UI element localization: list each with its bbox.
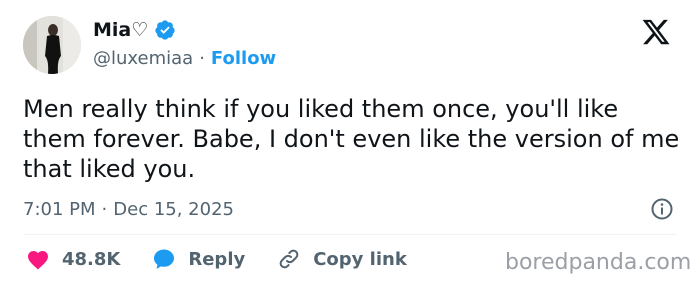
- like-button[interactable]: 48.8K: [26, 248, 120, 270]
- author-handle[interactable]: @luxemiaa: [93, 48, 193, 69]
- author-handle-row: @luxemiaa · Follow: [93, 48, 276, 69]
- link-icon: [277, 247, 301, 271]
- tweet-meta: 7:01 PM · Dec 15, 2025: [23, 199, 234, 220]
- handle-separator: ·: [199, 48, 205, 69]
- reply-bubble-icon: [152, 247, 176, 271]
- tweet-time[interactable]: 7:01 PM: [23, 199, 96, 220]
- avatar[interactable]: [23, 16, 81, 74]
- watermark: boredpanda.com: [505, 250, 692, 275]
- heart-icon: [26, 248, 50, 270]
- meta-separator: ·: [101, 199, 108, 220]
- author-name-row: Mia♡: [93, 19, 176, 41]
- divider: [23, 234, 677, 235]
- reply-label: Reply: [188, 248, 246, 270]
- x-logo-icon[interactable]: [640, 17, 672, 47]
- tweet-date[interactable]: Dec 15, 2025: [113, 199, 234, 220]
- follow-button[interactable]: Follow: [211, 48, 276, 69]
- copy-link-button[interactable]: Copy link: [277, 247, 407, 271]
- verified-badge-icon: [154, 19, 176, 41]
- copy-link-label: Copy link: [313, 248, 407, 270]
- tweet-text: Men really think if you liked them once,…: [23, 95, 680, 183]
- avatar-photo: [23, 16, 81, 74]
- info-icon[interactable]: [650, 197, 674, 221]
- like-count: 48.8K: [62, 248, 121, 270]
- action-bar: 48.8K Reply Copy link: [26, 247, 439, 271]
- author-display-name[interactable]: Mia♡: [93, 19, 148, 41]
- reply-button[interactable]: Reply: [152, 247, 245, 271]
